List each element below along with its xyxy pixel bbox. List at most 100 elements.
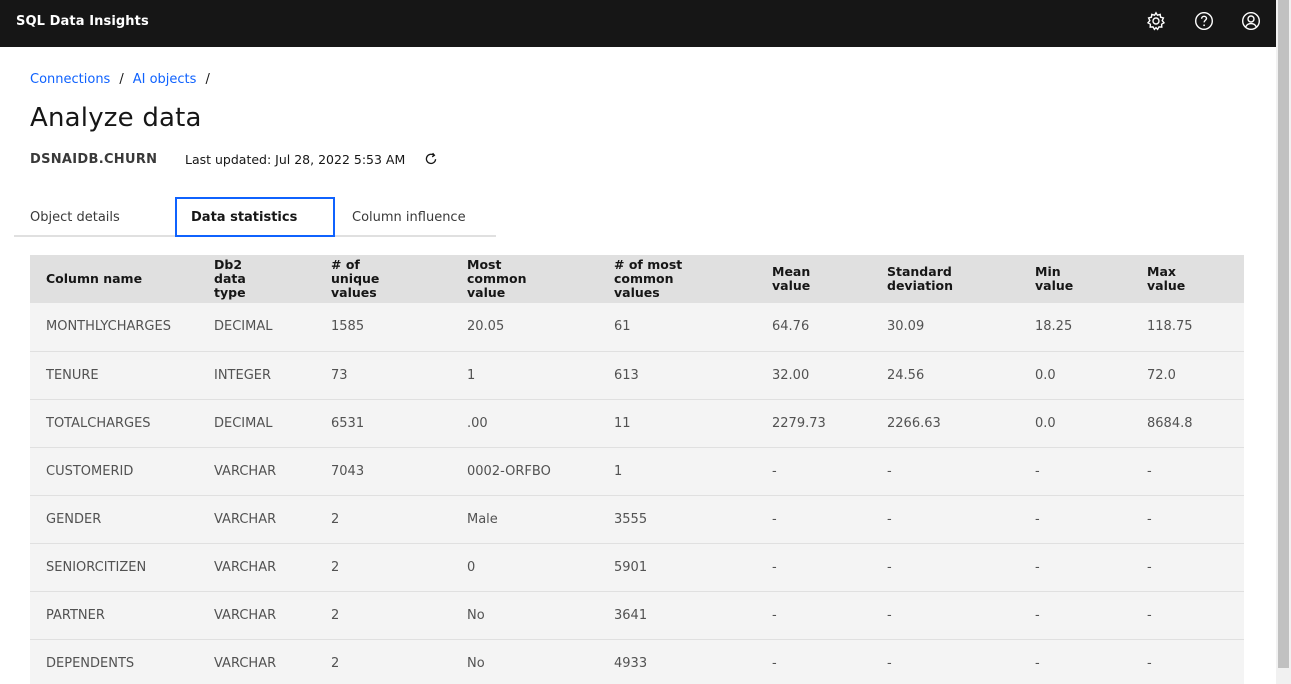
- unique-values-cell: 2: [331, 559, 340, 575]
- most-common-value-cell: No: [467, 655, 485, 671]
- min-value-cell: 0.0: [1035, 367, 1056, 383]
- standard-deviation-cell: -: [887, 655, 892, 671]
- breadcrumb: Connections / AI objects /: [30, 72, 219, 87]
- max-value-cell: -: [1147, 511, 1152, 527]
- column-name-cell: TENURE: [46, 367, 99, 383]
- mean-value-cell: -: [772, 607, 777, 623]
- most-common-count-cell: 3641: [614, 607, 648, 623]
- data-type-cell: VARCHAR: [214, 655, 277, 671]
- last-updated-text: Last updated: Jul 28, 2022 5:53 AM: [185, 152, 406, 167]
- header-label-line: Min: [1035, 264, 1061, 279]
- column-name-cell: MONTHLYCHARGES: [46, 319, 171, 335]
- breadcrumb-ai-objects-link[interactable]: AI objects: [133, 72, 197, 87]
- max-value-cell: -: [1147, 559, 1152, 575]
- table-row: GENDER VARCHAR 2 Male 3555 - - - -: [30, 495, 1244, 543]
- column-name-header: Column name: [30, 255, 198, 303]
- standard-deviation-cell: 2266.63: [887, 415, 941, 431]
- column-name-cell: PARTNER: [46, 607, 105, 623]
- mean-value-header: Mean value: [756, 255, 871, 303]
- max-value-cell: 8684.8: [1147, 415, 1193, 431]
- header-label-line: Standard: [887, 264, 952, 279]
- most-common-count-cell: 4933: [614, 655, 648, 671]
- table-row: MONTHLYCHARGES DECIMAL 1585 20.05 61 64.76 30.…: [30, 303, 1244, 351]
- header-label-line: Mean: [772, 264, 811, 279]
- min-value-cell: -: [1035, 607, 1040, 623]
- unique-values-cell: 1585: [331, 319, 365, 335]
- mean-value-cell: 64.76: [772, 319, 810, 335]
- data-type-cell: VARCHAR: [214, 607, 277, 623]
- standard-deviation-cell: -: [887, 511, 892, 527]
- standard-deviation-header: Standard deviation: [871, 255, 1019, 303]
- mean-value-cell: -: [772, 463, 777, 479]
- min-value-header: Min value: [1019, 255, 1131, 303]
- mean-value-cell: 2279.73: [772, 415, 826, 431]
- table-row: TOTALCHARGES DECIMAL 6531 .00 11 2279.73 2266.…: [30, 399, 1244, 447]
- unique-values-header: # of unique values: [315, 255, 451, 303]
- header-label-line: value: [1147, 278, 1186, 293]
- tab-column-influence[interactable]: Column influence: [336, 197, 496, 237]
- unique-values-cell: 2: [331, 511, 340, 527]
- most-common-value-cell: .00: [467, 415, 488, 431]
- breadcrumb-separator: /: [119, 72, 124, 87]
- tab-data-statistics[interactable]: Data statistics: [175, 197, 335, 237]
- table-header-row: Column name Db2 data type # of unique values Mo…: [30, 255, 1244, 303]
- most-common-value-cell: No: [467, 607, 485, 623]
- standard-deviation-cell: -: [887, 463, 892, 479]
- min-value-cell: 18.25: [1035, 319, 1073, 335]
- data-type-cell: VARCHAR: [214, 511, 277, 527]
- refresh-icon[interactable]: [424, 152, 438, 166]
- tab-list: Object details Data statistics Column in…: [14, 197, 496, 237]
- max-value-cell: 118.75: [1147, 319, 1193, 335]
- min-value-cell: -: [1035, 511, 1040, 527]
- table-row: PARTNER VARCHAR 2 No 3641 - - - -: [30, 591, 1244, 639]
- unique-values-cell: 7043: [331, 463, 365, 479]
- mean-value-cell: -: [772, 655, 777, 671]
- column-name-cell: SENIORCITIZEN: [46, 559, 147, 575]
- header-label-line: Max: [1147, 264, 1176, 279]
- most-common-value-cell: 1: [467, 367, 476, 383]
- max-value-cell: -: [1147, 463, 1152, 479]
- data-type-cell: VARCHAR: [214, 463, 277, 479]
- header-label-line: unique: [331, 271, 380, 286]
- column-name-cell: GENDER: [46, 511, 102, 527]
- table-row: CUSTOMERID VARCHAR 7043 0002-ORFBO 1 - - - -: [30, 447, 1244, 495]
- standard-deviation-cell: -: [887, 559, 892, 575]
- table-row: TENURE INTEGER 73 1 613 32.00 24.56 0.0 72.0: [30, 351, 1244, 399]
- most-common-count-cell: 61: [614, 319, 631, 335]
- min-value-cell: -: [1035, 655, 1040, 671]
- column-name-cell: CUSTOMERID: [46, 463, 134, 479]
- gear-icon[interactable]: [1146, 11, 1166, 31]
- user-avatar-icon[interactable]: [1241, 11, 1261, 31]
- header-label-line: # of most: [614, 257, 683, 272]
- standard-deviation-cell: 24.56: [887, 367, 925, 383]
- min-value-cell: 0.0: [1035, 415, 1056, 431]
- data-statistics-table: Column name Db2 data type # of unique values Mo…: [30, 255, 1244, 684]
- header-label-line: values: [331, 285, 377, 300]
- most-common-value-cell: 20.05: [467, 319, 505, 335]
- help-icon[interactable]: [1194, 11, 1214, 31]
- breadcrumb-connections-link[interactable]: Connections: [30, 72, 110, 87]
- object-name: DSNAIDB.CHURN: [30, 152, 158, 167]
- most-common-value-cell: 0002-ORFBO: [467, 463, 551, 479]
- min-value-cell: -: [1035, 559, 1040, 575]
- top-navigation-bar: SQL Data Insights: [0, 0, 1276, 47]
- vertical-scrollbar[interactable]: [1276, 0, 1291, 684]
- header-label-line: value: [1035, 278, 1074, 293]
- table-row: SENIORCITIZEN VARCHAR 2 0 5901 - - - -: [30, 543, 1244, 591]
- header-label-line: deviation: [887, 278, 954, 293]
- header-label-line: Db2: [214, 257, 243, 272]
- data-type-cell: DECIMAL: [214, 415, 273, 431]
- unique-values-cell: 2: [331, 655, 340, 671]
- data-type-cell: INTEGER: [214, 367, 272, 383]
- app-title: SQL Data Insights: [16, 14, 149, 29]
- header-label-line: values: [614, 285, 660, 300]
- header-label-line: data: [214, 271, 246, 286]
- standard-deviation-cell: -: [887, 607, 892, 623]
- db2-data-type-header: Db2 data type: [198, 255, 315, 303]
- tab-object-details[interactable]: Object details: [14, 197, 175, 237]
- scrollbar-thumb[interactable]: [1278, 0, 1289, 668]
- header-label-line: Column name: [46, 271, 143, 286]
- data-type-cell: DECIMAL: [214, 319, 273, 335]
- header-label-line: common: [614, 271, 674, 286]
- header-label-line: Most: [467, 257, 502, 272]
